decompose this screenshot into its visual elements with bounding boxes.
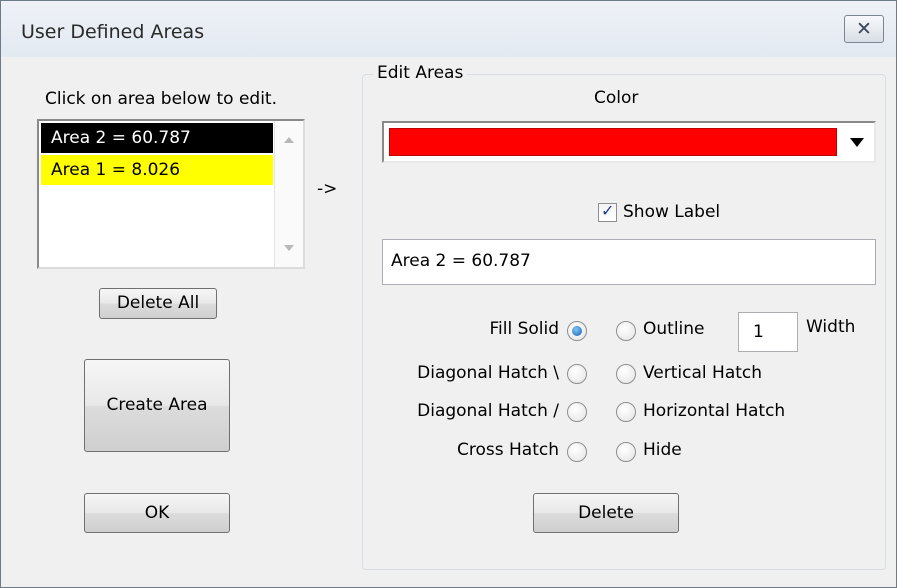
instruction-text: Click on area below to edit. [45,89,277,109]
delete-button[interactable]: Delete [533,493,679,533]
width-label: Width [806,317,856,337]
hide-radio[interactable] [616,442,636,462]
create-area-label: Create Area [106,395,208,415]
fill-solid-label: Fill Solid [489,319,559,339]
delete-all-button[interactable]: Delete All [99,288,217,319]
show-label-checkbox[interactable]: ✓ [598,201,617,222]
diagonal-hatch-fwd-label: Diagonal Hatch / [417,401,559,421]
areas-listbox[interactable]: Area 2 = 60.787 Area 1 = 8.026 [37,119,305,269]
edit-areas-label: Edit Areas [373,63,468,83]
ok-label: OK [144,503,170,523]
create-area-button[interactable]: Create Area [84,359,230,452]
diagonal-hatch-fwd-radio[interactable] [567,402,587,422]
chevron-down-icon [850,138,864,147]
label-text-input[interactable]: Area 2 = 60.787 [382,239,876,285]
horizontal-hatch-label: Horizontal Hatch [643,401,786,421]
title-bar: User Defined Areas ✕ [1,1,896,57]
arrow-indicator: -> [317,179,338,199]
checkmark-icon: ✓ [601,201,615,220]
outline-radio[interactable] [616,321,636,341]
show-label-text: Show Label [623,202,721,222]
color-dropdown[interactable] [382,121,876,163]
color-label: Color [594,88,639,108]
label-text-value: Area 2 = 60.787 [391,251,531,271]
cross-hatch-label: Cross Hatch [457,440,559,460]
list-item-area-2[interactable]: Area 2 = 60.787 [41,123,273,153]
vertical-hatch-label: Vertical Hatch [643,363,763,383]
window-title: User Defined Areas [21,21,205,43]
scroll-down-icon[interactable] [284,245,294,251]
scroll-up-icon[interactable] [284,137,294,143]
vertical-hatch-radio[interactable] [616,364,636,384]
color-swatch [389,128,837,156]
fill-solid-radio[interactable] [567,321,587,341]
ok-button[interactable]: OK [84,493,230,533]
diagonal-hatch-back-radio[interactable] [567,364,587,384]
cross-hatch-radio[interactable] [567,442,587,462]
dialog-window: User Defined Areas ✕ Click on area below… [0,0,897,588]
width-value: 1 [753,322,764,342]
dropdown-button[interactable] [840,125,872,159]
width-input[interactable]: 1 [738,312,798,352]
delete-all-label: Delete All [116,293,200,313]
list-item-area-1[interactable]: Area 1 = 8.026 [41,155,273,185]
horizontal-hatch-radio[interactable] [616,402,636,422]
hide-label: Hide [643,440,682,460]
close-icon: ✕ [856,18,872,40]
diagonal-hatch-back-label: Diagonal Hatch \ [417,363,559,383]
outline-label: Outline [643,319,705,339]
close-button[interactable]: ✕ [844,15,884,43]
delete-label: Delete [578,503,634,523]
list-scrollbar[interactable] [274,121,303,267]
